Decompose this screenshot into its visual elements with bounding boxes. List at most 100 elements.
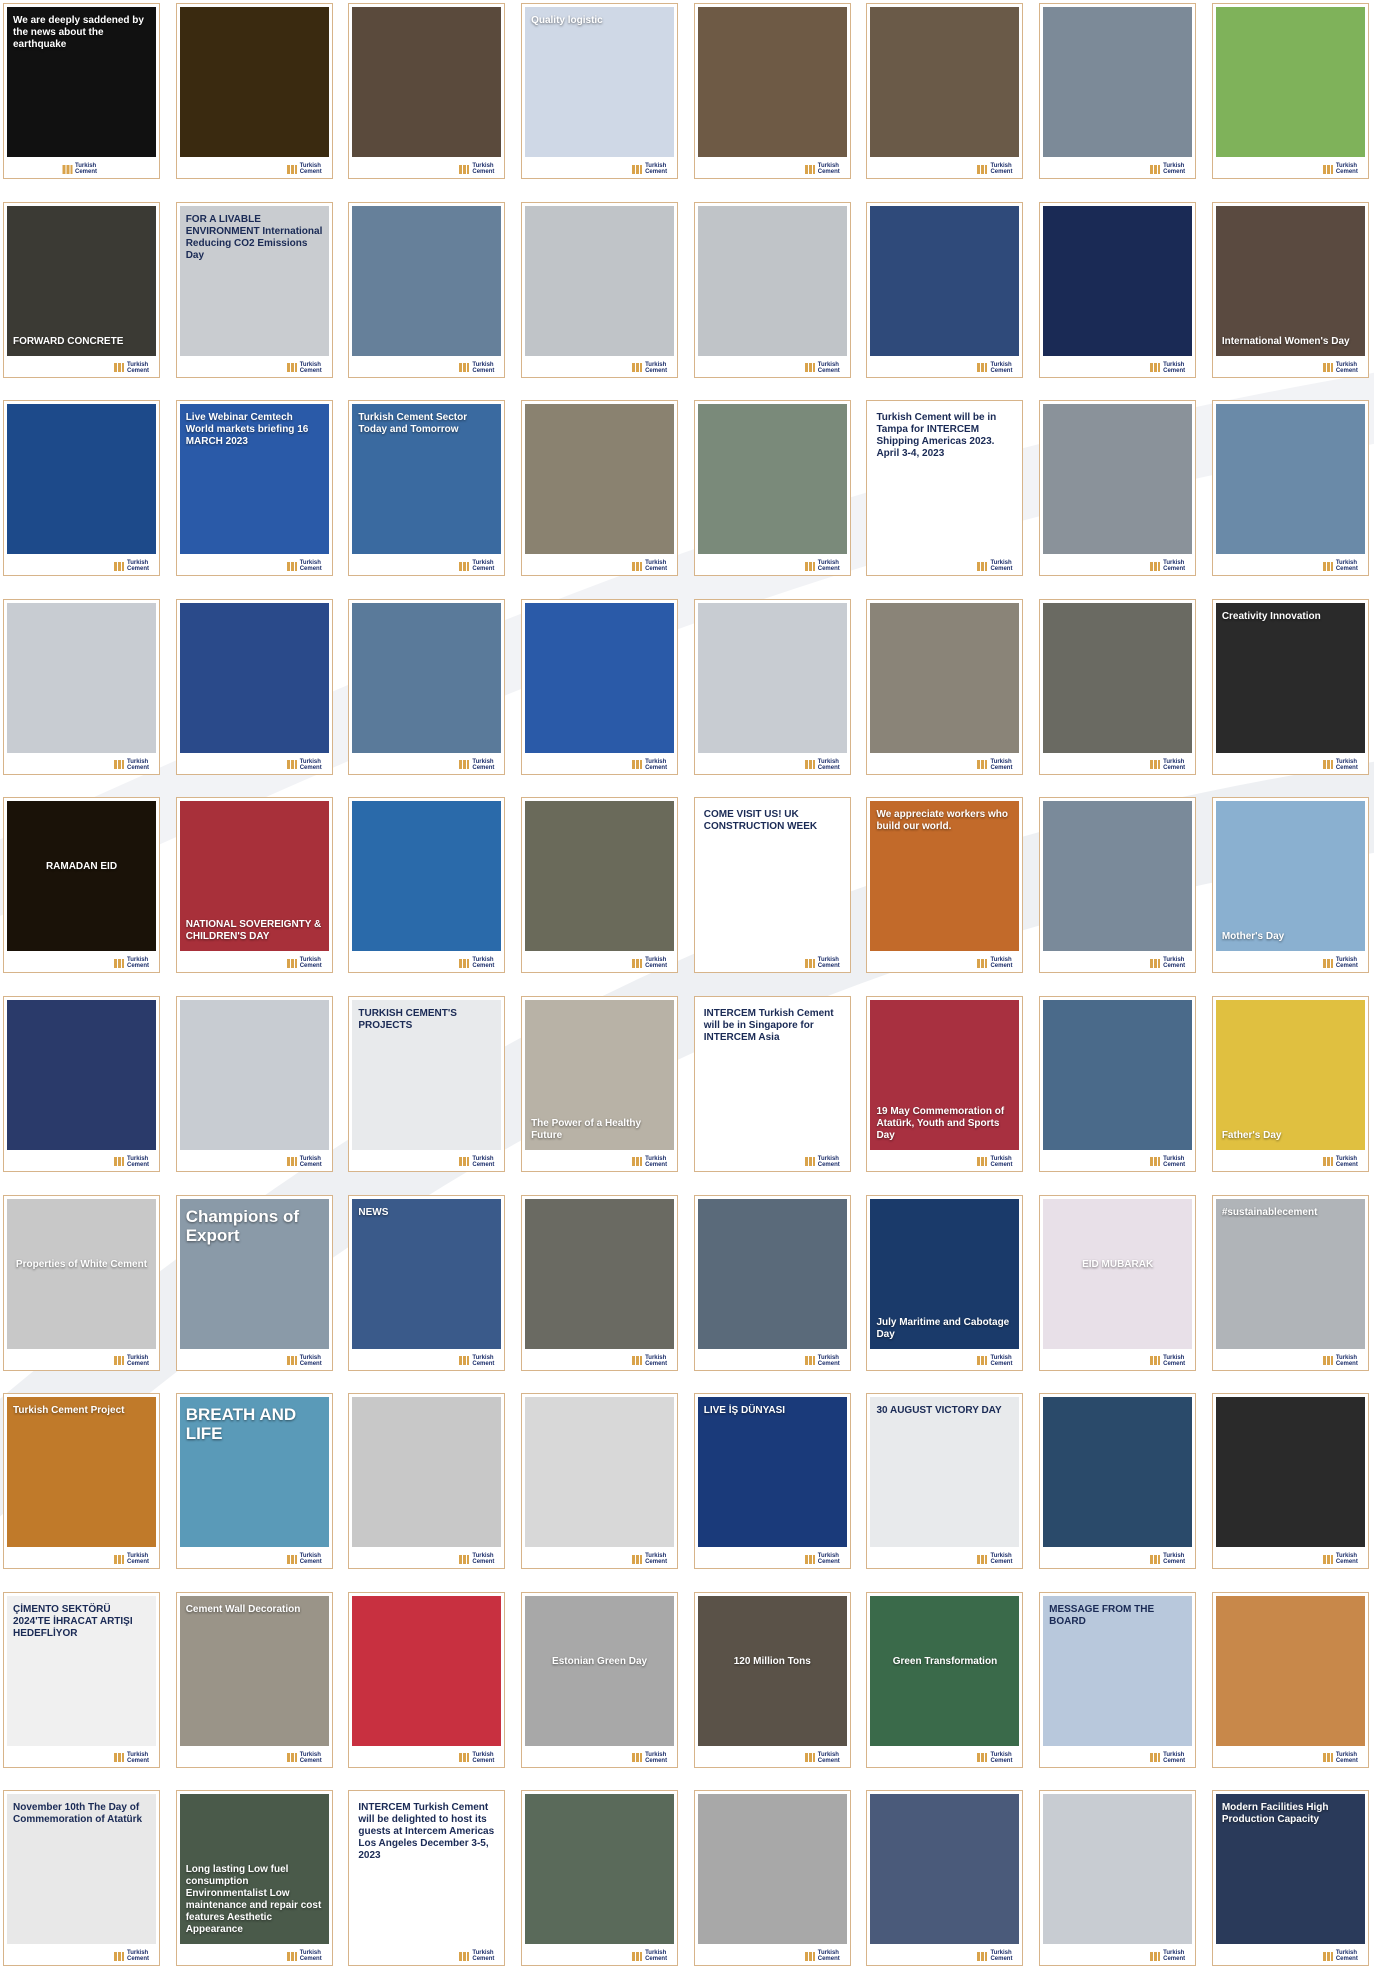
post-card[interactable]: Turkish Cement: [1039, 3, 1197, 179]
post-card[interactable]: Turkish Cement: [1211, 1591, 1369, 1768]
post-card[interactable]: Turkish Cement: [3, 400, 160, 577]
post-card[interactable]: Turkish Cement: [521, 598, 679, 775]
post-card[interactable]: Turkish Cement: [521, 201, 679, 378]
logo-text: Turkish Cement: [990, 163, 1013, 175]
post-card[interactable]: Turkish Cement: [866, 1790, 1024, 1966]
plant-photo: [1043, 7, 1193, 157]
post-title: We appreciate workers who build our worl…: [876, 809, 1008, 833]
architecture-photo: Estonian Green Day: [525, 1595, 675, 1746]
post-card[interactable]: 30 AUGUST VICTORY DAY Turkish Cement: [866, 1393, 1024, 1570]
brand-logo: Turkish Cement: [1150, 1553, 1189, 1565]
post-card[interactable]: LIVE İŞ DÜNYASI Turkish Cement: [693, 1393, 851, 1570]
post-card[interactable]: Turkish Cement will be in Tampa for INTE…: [866, 400, 1024, 577]
post-card[interactable]: Turkish Cement: [348, 3, 506, 179]
post-card[interactable]: Turkish Cement: [866, 598, 1024, 775]
logo-text: Turkish Cement: [1163, 1553, 1186, 1566]
post-card[interactable]: 19 May Commemoration of Atatürk, Youth a…: [866, 995, 1024, 1172]
post-card[interactable]: Modern Facilities High Production Capaci…: [1211, 1790, 1369, 1966]
post-card[interactable]: Turkish Cement: [348, 1591, 506, 1768]
logo-mark-icon: [459, 760, 470, 770]
conference-photo: [352, 7, 502, 157]
post-card[interactable]: TURKISH CEMENT'S PROJECTS Turkish Cement: [348, 995, 506, 1172]
post-card[interactable]: FORWARD CONCRETE Turkish Cement: [3, 201, 160, 378]
post-card[interactable]: Turkish Cement: [693, 1194, 851, 1371]
post-card[interactable]: Turkish Cement: [1211, 400, 1369, 577]
post-card[interactable]: Turkish Cement: [1039, 400, 1197, 577]
post-card[interactable]: Turkish Cement: [1039, 995, 1197, 1172]
brand-logo: Turkish Cement: [286, 560, 326, 572]
brand-logo: Turkish Cement: [459, 362, 498, 374]
post-card[interactable]: Turkish Cement: [521, 1194, 679, 1371]
group-photo: [697, 7, 847, 157]
post-card[interactable]: Turkish Cement: [693, 3, 851, 179]
post-card[interactable]: Turkish Cement: [1039, 1790, 1197, 1966]
post-card[interactable]: Quality logistic Turkish Cement: [521, 3, 679, 179]
post-card[interactable]: Turkish Cement: [693, 201, 851, 378]
post-card[interactable]: We are deeply saddened by the news about…: [3, 3, 160, 179]
post-card[interactable]: We appreciate workers who build our worl…: [866, 797, 1024, 974]
post-card[interactable]: EID MUBARAK Turkish Cement: [1039, 1194, 1197, 1371]
holiday-graphic: July Maritime and Cabotage Day: [870, 1198, 1020, 1349]
post-card[interactable]: Long lasting Low fuel consumption Enviro…: [175, 1790, 333, 1966]
post-card[interactable]: #sustainablecement Turkish Cement: [1211, 1194, 1369, 1371]
post-card[interactable]: Turkish Cement: [175, 598, 333, 775]
post-card[interactable]: Creativity Innovation Turkish Cement: [1211, 598, 1369, 775]
logo-text: Turkish Cement: [299, 1553, 322, 1566]
brand-logo: Turkish Cement: [286, 759, 326, 771]
logo-text: Turkish Cement: [472, 1354, 495, 1367]
post-card[interactable]: NEWS Turkish Cement: [348, 1194, 506, 1371]
post-card[interactable]: Turkish Cement: [348, 1393, 506, 1570]
post-card[interactable]: Cement Wall Decoration Turkish Cement: [175, 1591, 333, 1768]
post-card[interactable]: BREATH AND LIFE Turkish Cement: [175, 1393, 333, 1570]
post-card[interactable]: INTERCEM Turkish Cement will be in Singa…: [693, 995, 851, 1172]
post-card[interactable]: Turkish Cement: [521, 400, 679, 577]
earthquake-message: We are deeply saddened by the news about…: [7, 7, 156, 157]
post-card[interactable]: Turkish Cement: [866, 3, 1024, 179]
post-card[interactable]: July Maritime and Cabotage Day Turkish Ce…: [866, 1194, 1024, 1371]
post-card[interactable]: Turkish Cement Sector Today and Tomorrow…: [348, 400, 506, 577]
post-card[interactable]: INTERCEM Turkish Cement will be delighte…: [348, 1790, 506, 1966]
post-card[interactable]: MESSAGE FROM THE BOARD Turkish Cement: [1039, 1591, 1197, 1768]
post-card[interactable]: Turkish Cement: [866, 201, 1024, 378]
post-card[interactable]: Turkish Cement: [1039, 1393, 1197, 1570]
post-card[interactable]: Father's Day Turkish Cement: [1211, 995, 1369, 1172]
post-card[interactable]: Turkish Cement: [3, 598, 160, 775]
post-card[interactable]: Champions of Export Turkish Cement: [175, 1194, 333, 1371]
post-card[interactable]: Properties of White Cement Turkish Cement: [3, 1194, 160, 1371]
post-card[interactable]: Green Transformation Turkish Cement: [866, 1591, 1024, 1768]
post-card[interactable]: 120 Million Tons Turkish Cement: [693, 1591, 851, 1768]
post-card[interactable]: NATIONAL SOVEREIGNTY & CHILDREN'S DAY Tur…: [175, 797, 333, 974]
post-card[interactable]: Turkish Cement: [1211, 3, 1369, 179]
logo-mark-icon: [977, 1356, 988, 1366]
post-card[interactable]: International Women's Day Turkish Cement: [1211, 201, 1369, 378]
post-card[interactable]: Turkish Cement Project Turkish Cement: [3, 1393, 160, 1570]
post-card[interactable]: Live Webinar Cemtech World markets brief…: [175, 400, 333, 577]
post-card[interactable]: November 10th The Day of Commemoration o…: [3, 1790, 160, 1966]
post-card[interactable]: Estonian Green Day Turkish Cement: [521, 1591, 679, 1768]
post-card[interactable]: ÇİMENTO SEKTÖRÜ 2024'TE İHRACAT ARTIŞI H…: [3, 1591, 160, 1768]
post-card[interactable]: Turkish Cement: [1211, 1393, 1369, 1570]
post-card[interactable]: Turkish Cement: [348, 598, 506, 775]
post-card[interactable]: FOR A LIVABLE ENVIRONMENT International …: [175, 201, 333, 378]
post-card[interactable]: The Power of a Healthy Future Turkish Cem…: [521, 995, 679, 1172]
post-card[interactable]: Turkish Cement: [521, 797, 679, 974]
post-card[interactable]: Turkish Cement: [1039, 201, 1197, 378]
post-card[interactable]: Turkish Cement: [693, 400, 851, 577]
post-card[interactable]: Turkish Cement: [1039, 598, 1197, 775]
post-card[interactable]: Turkish Cement: [175, 3, 333, 179]
post-card[interactable]: Mother's Day Turkish Cement: [1211, 797, 1369, 974]
post-card[interactable]: Turkish Cement: [175, 995, 333, 1172]
logo-text: Turkish Cement: [299, 1155, 322, 1168]
post-card[interactable]: Turkish Cement: [693, 1790, 851, 1966]
event-graphic: INTERCEM Turkish Cement will be delighte…: [352, 1794, 502, 1945]
post-card[interactable]: Turkish Cement: [521, 1393, 679, 1570]
post-card[interactable]: Turkish Cement: [348, 201, 506, 378]
logo-mark-icon: [459, 1951, 470, 1961]
post-card[interactable]: Turkish Cement: [693, 598, 851, 775]
post-card[interactable]: Turkish Cement: [1039, 797, 1197, 974]
post-card[interactable]: Turkish Cement: [348, 797, 506, 974]
post-card[interactable]: RAMADAN EID Turkish Cement: [3, 797, 160, 974]
post-card[interactable]: Turkish Cement: [3, 995, 160, 1172]
post-card[interactable]: COME VISIT US! UK CONSTRUCTION WEEK Turki…: [693, 797, 851, 974]
post-card[interactable]: Turkish Cement: [521, 1790, 679, 1966]
